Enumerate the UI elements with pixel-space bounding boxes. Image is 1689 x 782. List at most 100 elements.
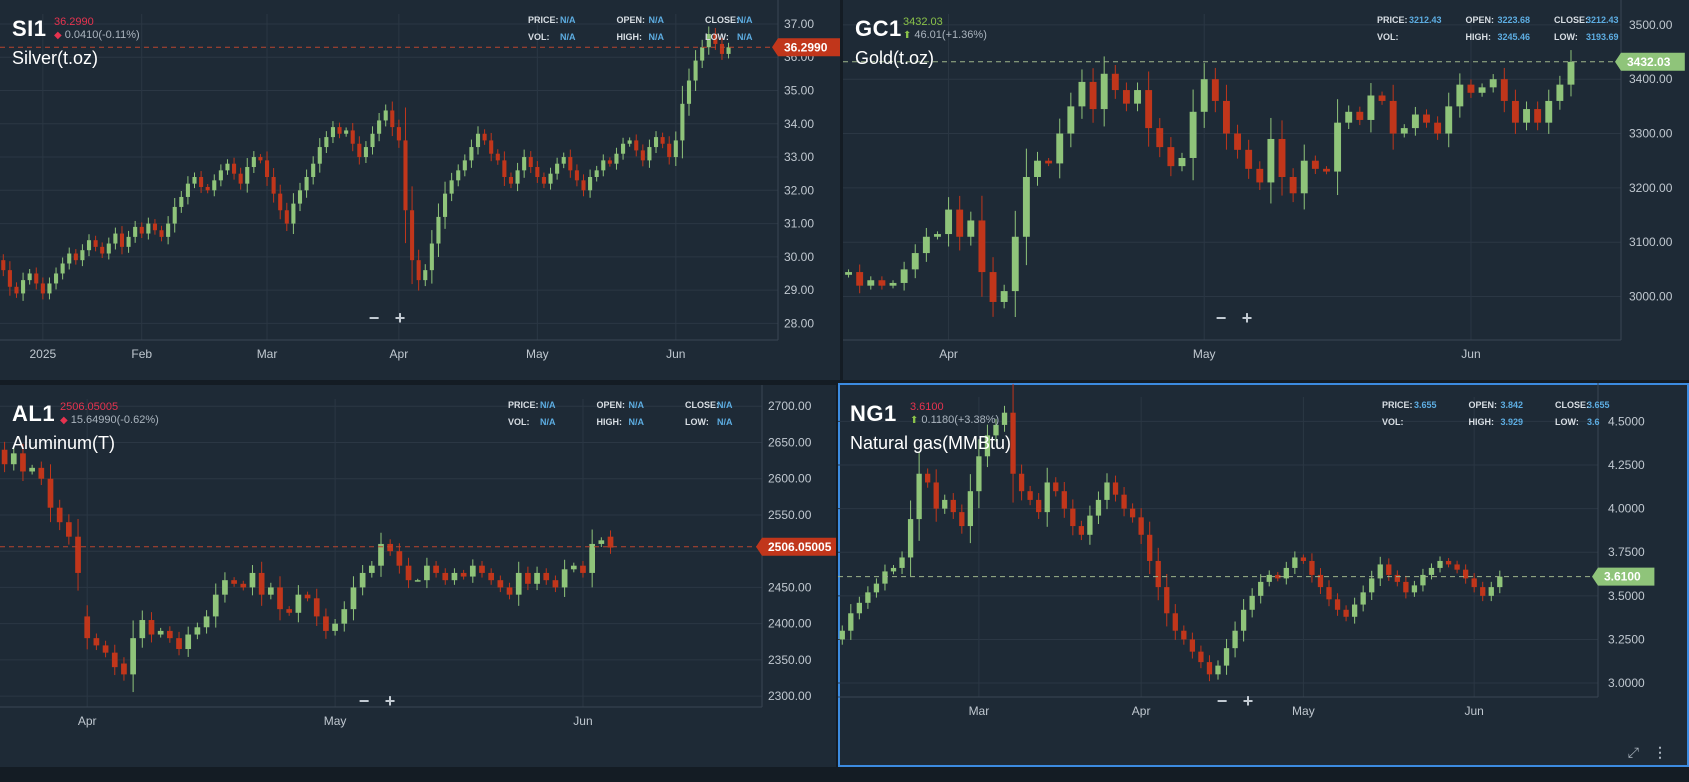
candle-body[interactable] — [535, 167, 540, 177]
candle-body[interactable] — [956, 209, 964, 237]
candle-body[interactable] — [1, 449, 8, 465]
candle-body[interactable] — [1345, 111, 1353, 123]
candle-body[interactable] — [286, 609, 293, 613]
candle-body[interactable] — [1011, 236, 1019, 292]
candle-body[interactable] — [1249, 595, 1255, 610]
candle-body[interactable] — [653, 137, 659, 148]
candle-body[interactable] — [856, 602, 862, 614]
candle-body[interactable] — [1454, 564, 1460, 570]
candle-body[interactable] — [278, 193, 283, 211]
candle-body[interactable] — [34, 273, 39, 284]
candle-body[interactable] — [1232, 630, 1238, 649]
zoom-out-button[interactable]: − — [356, 691, 372, 712]
candle-body[interactable] — [1070, 508, 1076, 527]
candle-body[interactable] — [1104, 482, 1110, 500]
candle-body[interactable] — [601, 160, 606, 171]
candle-body[interactable] — [907, 519, 914, 558]
candle-body[interactable] — [1089, 81, 1097, 110]
candle-body[interactable] — [148, 620, 155, 635]
candle-body[interactable] — [1078, 81, 1086, 107]
candle-body[interactable] — [534, 572, 540, 584]
candle-body[interactable] — [594, 170, 599, 177]
candle-body[interactable] — [640, 150, 645, 161]
candle-body[interactable] — [506, 587, 513, 595]
candle-body[interactable] — [1289, 177, 1297, 194]
candle-body[interactable] — [1489, 79, 1497, 88]
candle-body[interactable] — [377, 120, 382, 134]
candle-body[interactable] — [1480, 587, 1486, 596]
candle-body[interactable] — [113, 233, 118, 244]
candle-body[interactable] — [845, 272, 853, 275]
candle-body[interactable] — [130, 638, 136, 675]
candle-body[interactable] — [38, 467, 45, 479]
candle-body[interactable] — [456, 170, 461, 181]
candle-body[interactable] — [686, 80, 692, 104]
candle-body[interactable] — [700, 47, 705, 61]
candle-body[interactable] — [568, 157, 573, 171]
candle-body[interactable] — [264, 160, 270, 177]
candle-body[interactable] — [258, 157, 263, 161]
candle-body[interactable] — [942, 499, 948, 509]
candle-body[interactable] — [967, 491, 974, 527]
candle-body[interactable] — [1256, 168, 1264, 183]
candle-body[interactable] — [1394, 574, 1400, 582]
candle-body[interactable] — [126, 236, 131, 247]
candle-body[interactable] — [53, 273, 59, 284]
candle-body[interactable] — [159, 230, 164, 237]
candle-body[interactable] — [1300, 160, 1308, 194]
candle-body[interactable] — [414, 580, 421, 582]
candle-body[interactable] — [231, 580, 237, 584]
chart-panel-gold[interactable]: 3000.00 3100.00 3200.00 3300.00 3400.00 3500.… — [843, 0, 1689, 380]
candle-body[interactable] — [311, 163, 316, 177]
silver-chart[interactable]: 28.00 29.00 30.00 31.00 32.00 33.00 34.00 35.00… — [0, 0, 840, 380]
candle-body[interactable] — [627, 140, 632, 144]
candle-body[interactable] — [203, 616, 210, 628]
candle-body[interactable] — [543, 572, 550, 581]
candle-body[interactable] — [297, 190, 303, 204]
candle-body[interactable] — [1053, 482, 1059, 492]
candle-body[interactable] — [1378, 95, 1386, 101]
candle-body[interactable] — [1, 260, 6, 271]
candle-body[interactable] — [313, 598, 320, 617]
candle-body[interactable] — [449, 180, 454, 194]
candle-body[interactable] — [673, 140, 678, 158]
candle-body[interactable] — [47, 283, 52, 294]
candle-body[interactable] — [410, 210, 415, 261]
candle-body[interactable] — [172, 206, 177, 224]
candle-body[interactable] — [1386, 564, 1392, 575]
aluminum-chart[interactable]: 2300.002350.002400.002450.002500.002550.… — [0, 385, 836, 767]
candle-body[interactable] — [1198, 651, 1204, 663]
candle-body[interactable] — [989, 272, 997, 302]
candle-body[interactable] — [976, 456, 982, 492]
candle-body[interactable] — [497, 580, 504, 588]
zoom-in-button[interactable]: + — [1239, 308, 1255, 329]
candle-body[interactable] — [139, 620, 146, 639]
candle-body[interactable] — [1211, 79, 1219, 101]
candle-body[interactable] — [1545, 100, 1553, 123]
candle-body[interactable] — [359, 572, 366, 588]
candle-body[interactable] — [1356, 111, 1364, 120]
candle-body[interactable] — [20, 453, 26, 472]
candle-body[interactable] — [1189, 111, 1197, 158]
candle-body[interactable] — [387, 543, 394, 552]
candle-body[interactable] — [304, 177, 309, 191]
candle-body[interactable] — [502, 160, 507, 177]
candle-body[interactable] — [111, 652, 118, 668]
candle-body[interactable] — [368, 565, 375, 573]
candle-body[interactable] — [232, 163, 237, 174]
candle-body[interactable] — [878, 280, 886, 286]
candle-body[interactable] — [489, 140, 494, 154]
candle-body[interactable] — [403, 140, 408, 211]
candle-body[interactable] — [1445, 560, 1452, 565]
candle-body[interactable] — [1326, 587, 1332, 600]
candle-body[interactable] — [916, 473, 922, 520]
candle-body[interactable] — [370, 133, 375, 148]
candle-body[interactable] — [1100, 73, 1108, 110]
candle-body[interactable] — [245, 167, 250, 184]
candle-body[interactable] — [978, 220, 986, 273]
candle-body[interactable] — [945, 209, 953, 235]
candle-body[interactable] — [1334, 122, 1342, 172]
candle-body[interactable] — [1078, 526, 1085, 535]
candle-body[interactable] — [1122, 90, 1130, 104]
candle-body[interactable] — [93, 240, 98, 247]
